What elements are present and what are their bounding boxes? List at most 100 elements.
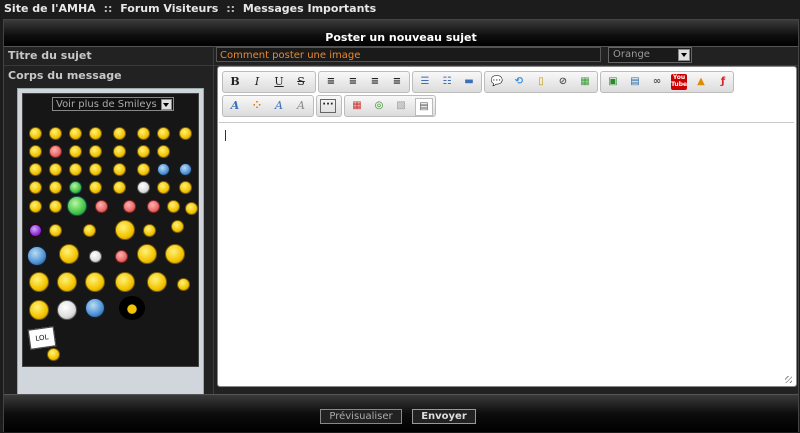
smiley-icon[interactable] (49, 163, 62, 176)
chevron-down-icon[interactable] (678, 49, 690, 61)
smiley-icon[interactable] (83, 224, 96, 237)
smiley-icon[interactable] (29, 200, 42, 213)
smiley-icon[interactable] (89, 127, 102, 140)
smiley-icon[interactable] (115, 220, 135, 240)
smiley-icon[interactable] (29, 224, 42, 237)
smiley-icon[interactable] (49, 145, 62, 158)
breadcrumb-forum[interactable]: Forum Visiteurs (120, 2, 218, 15)
smiley-icon[interactable] (29, 127, 42, 140)
smiley-icon[interactable] (157, 127, 170, 140)
bold-button[interactable]: B (227, 74, 243, 90)
color-picker-icon[interactable]: ⁘ (249, 98, 265, 114)
flash-icon[interactable]: ƒ (715, 74, 731, 90)
breadcrumb-section[interactable]: Messages Importants (243, 2, 376, 15)
smiley-icon[interactable] (29, 181, 42, 194)
smiley-icon[interactable] (115, 272, 135, 292)
smiley-icon[interactable] (113, 181, 126, 194)
align-right-icon[interactable]: ≡ (367, 74, 383, 90)
more-smileys-select[interactable]: Voir plus de Smileys (52, 97, 174, 111)
smiley-icon[interactable] (113, 163, 126, 176)
more-icon[interactable]: ··· (320, 99, 336, 113)
smiley-icon[interactable] (49, 200, 62, 213)
smiley-icon[interactable] (69, 163, 82, 176)
smiley-icon[interactable] (85, 298, 105, 318)
smiley-icon[interactable] (113, 145, 126, 158)
hide-icon[interactable]: ⊘ (555, 74, 571, 90)
smiley-icon[interactable] (167, 200, 180, 213)
smiley-icon[interactable] (49, 181, 62, 194)
underline-button[interactable]: U (271, 74, 287, 90)
strike-button[interactable]: S (293, 74, 309, 90)
search-icon[interactable]: ◎ (371, 98, 387, 114)
smiley-icon[interactable] (85, 272, 105, 292)
smiley-icon[interactable] (89, 163, 102, 176)
smiley-icon[interactable] (69, 181, 82, 194)
smiley-icon[interactable] (57, 272, 77, 292)
lol-sign-icon[interactable]: LOL (27, 326, 57, 350)
table-icon[interactable]: ▦ (577, 74, 593, 90)
smiley-icon[interactable] (157, 181, 170, 194)
smiley-icon[interactable] (147, 272, 167, 292)
breadcrumb-site[interactable]: Site de l'AMHA (4, 2, 96, 15)
smiley-icon[interactable] (123, 200, 136, 213)
smiley-icon[interactable] (29, 300, 49, 320)
smiley-icon[interactable] (69, 145, 82, 158)
spoiler-icon[interactable]: ▯ (533, 74, 549, 90)
justify-icon[interactable]: ≡ (389, 74, 405, 90)
paste-icon[interactable]: ▧ (393, 98, 409, 114)
smiley-icon[interactable] (29, 272, 49, 292)
smiley-icon[interactable] (137, 145, 150, 158)
smiley-icon[interactable] (179, 163, 192, 176)
smiley-icon[interactable] (69, 127, 82, 140)
image-icon[interactable]: ▣ (605, 74, 621, 90)
smiley-icon[interactable] (57, 300, 77, 320)
message-body-textarea[interactable] (219, 122, 794, 385)
smiley-icon[interactable] (179, 127, 192, 140)
smiley-icon[interactable] (143, 224, 156, 237)
submit-button[interactable]: Envoyer (412, 409, 476, 424)
bullet-list-icon[interactable]: ☰ (417, 74, 433, 90)
smiley-icon[interactable] (95, 200, 108, 213)
align-center-icon[interactable]: ≡ (345, 74, 361, 90)
youtube-icon[interactable]: You Tube (671, 74, 687, 90)
smiley-icon[interactable] (179, 181, 192, 194)
italic-button[interactable]: I (249, 74, 265, 90)
remove-format-icon[interactable]: A (293, 98, 309, 114)
smiley-icon[interactable] (67, 196, 87, 216)
smiley-icon[interactable] (137, 163, 150, 176)
font-size-icon[interactable]: A (271, 98, 287, 114)
smiley-icon[interactable] (165, 244, 185, 264)
smiley-icon[interactable] (147, 200, 160, 213)
smiley-icon[interactable] (49, 224, 62, 237)
smiley-icon[interactable] (29, 163, 42, 176)
preview-button[interactable]: Prévisualiser (320, 409, 402, 424)
smiley-icon[interactable] (27, 246, 47, 266)
align-left-icon[interactable]: ≡ (323, 74, 339, 90)
smiley-icon[interactable] (89, 145, 102, 158)
date-icon[interactable]: ▦ (349, 98, 365, 114)
smiley-icon[interactable] (171, 220, 184, 233)
subject-input[interactable]: Comment poster une image (216, 47, 601, 62)
color-select[interactable]: Orange (608, 47, 692, 63)
smiley-icon[interactable] (89, 181, 102, 194)
numbered-list-icon[interactable]: ☷ (439, 74, 455, 90)
smiley-icon[interactable] (137, 181, 150, 194)
smiley-icon[interactable] (157, 145, 170, 158)
smiley-icon[interactable] (47, 348, 60, 361)
source-icon[interactable]: ▤ (415, 98, 433, 116)
smiley-icon[interactable] (119, 296, 145, 320)
smiley-icon[interactable] (137, 127, 150, 140)
smiley-icon[interactable] (185, 202, 198, 215)
font-color-icon[interactable]: A (227, 98, 243, 114)
resize-grip-icon[interactable] (785, 376, 792, 383)
horizontal-rule-icon[interactable]: ▬ (461, 74, 477, 90)
dailymotion-icon[interactable]: ▲ (693, 74, 709, 90)
chevron-down-icon[interactable] (161, 99, 172, 110)
smiley-icon[interactable] (89, 250, 102, 263)
smiley-icon[interactable] (177, 278, 190, 291)
smiley-icon[interactable] (59, 244, 79, 264)
smiley-icon[interactable] (29, 145, 42, 158)
host-image-icon[interactable]: ▤ (627, 74, 643, 90)
code-icon[interactable]: ⟲ (511, 74, 527, 90)
link-icon[interactable]: ∞ (649, 74, 665, 90)
